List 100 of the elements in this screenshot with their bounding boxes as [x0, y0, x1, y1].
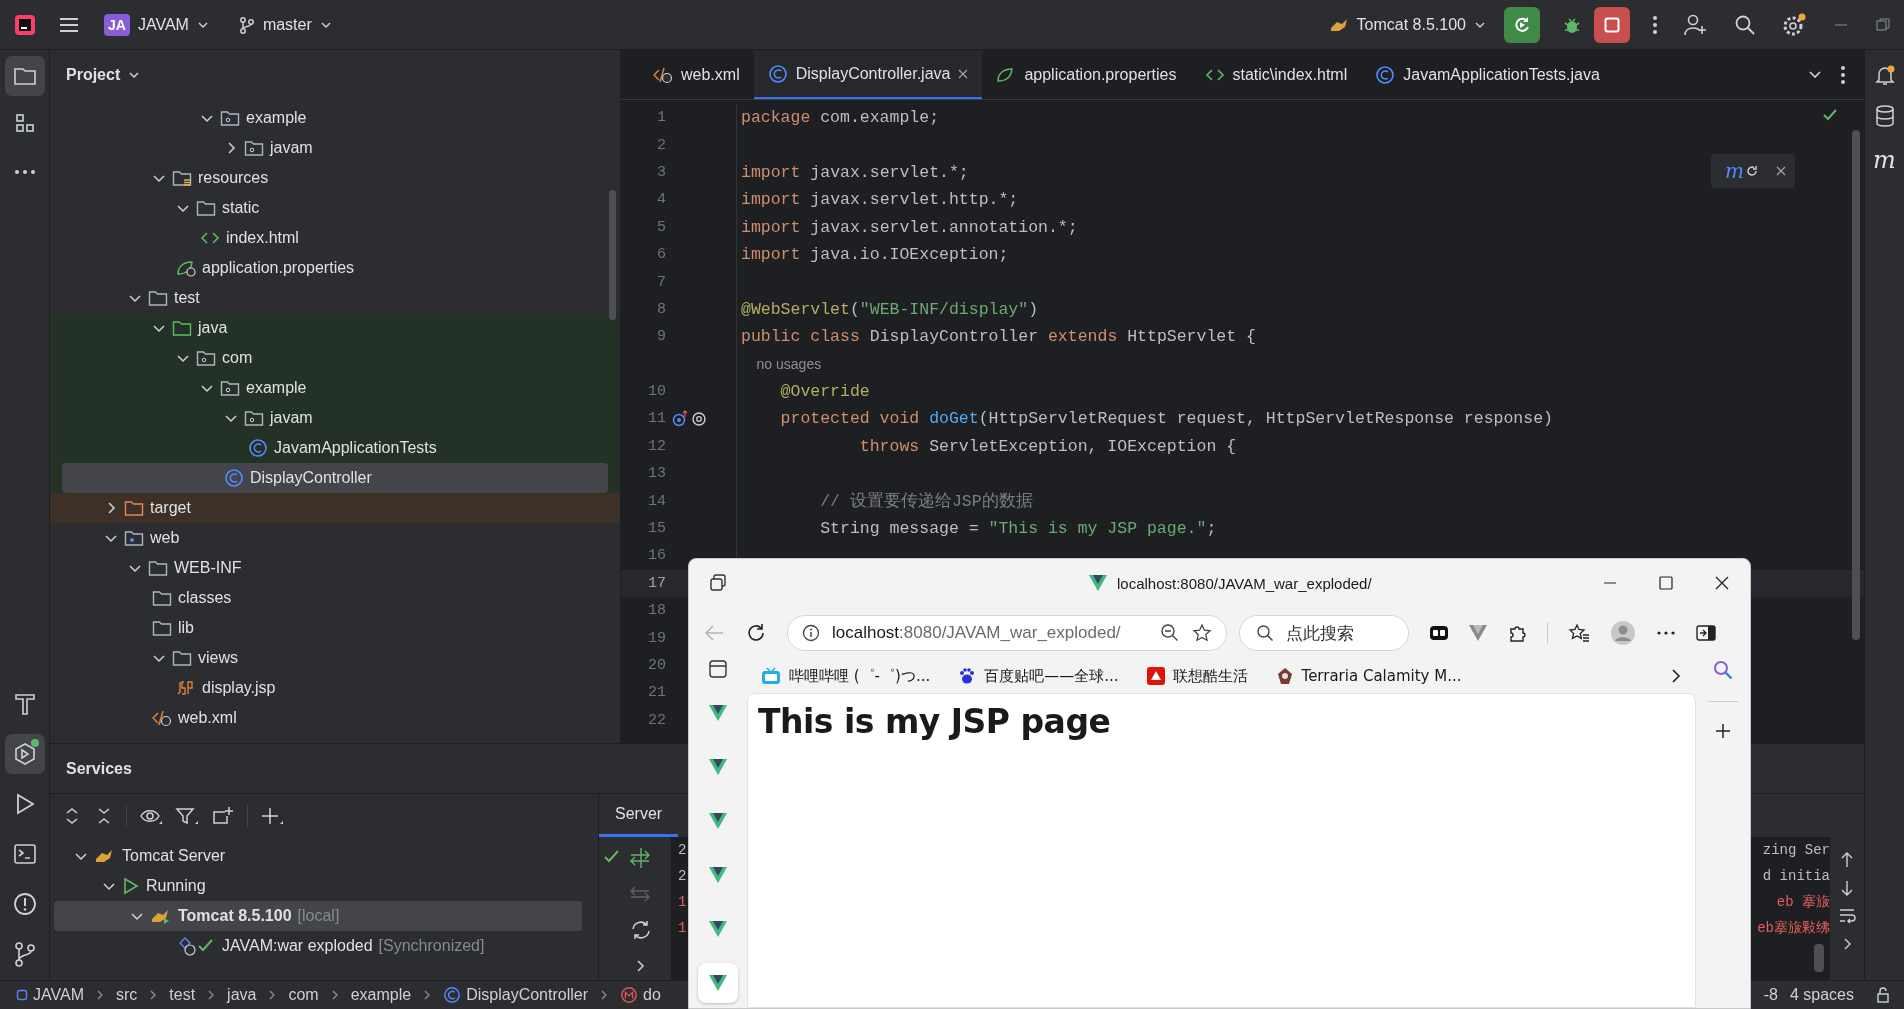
search-icon[interactable] [1734, 13, 1756, 36]
tree-item[interactable]: index.html [62, 223, 608, 253]
editor-tab[interactable]: application.properties [982, 50, 1191, 99]
info-icon[interactable] [802, 624, 820, 642]
encoding-status[interactable]: -8 [1763, 986, 1778, 1004]
refresh-icon[interactable] [629, 919, 653, 941]
extension-icon[interactable] [1429, 624, 1449, 642]
maximize-icon[interactable] [1658, 575, 1674, 591]
menu-icon[interactable] [58, 15, 80, 34]
stop-button[interactable] [1594, 6, 1630, 43]
add-icon[interactable] [260, 805, 284, 826]
filter-icon[interactable] [175, 805, 199, 826]
editor-tab[interactable]: DisplayController.java [753, 50, 983, 99]
tree-item[interactable]: application.properties [62, 253, 608, 283]
breadcrumb[interactable]: test [169, 986, 196, 1004]
arrow-up-icon[interactable] [1839, 851, 1855, 869]
breadcrumb[interactable]: do [620, 986, 661, 1004]
service-item[interactable]: Tomcat 8.5.100 [local] [54, 901, 582, 931]
bookmark[interactable]: 哔哩哔哩 (゜-゜)つ... [761, 666, 931, 686]
chevron-icon[interactable] [1670, 668, 1682, 684]
new-tab-icon[interactable] [211, 805, 235, 826]
add-user-icon[interactable] [1684, 13, 1708, 36]
bookmark[interactable]: 联想酷生活 [1146, 666, 1248, 686]
tabs-icon[interactable] [708, 659, 728, 679]
services-icon[interactable] [4, 734, 45, 774]
bell-icon[interactable] [1873, 64, 1896, 86]
maven-reload-button[interactable]: m [1725, 159, 1744, 183]
app-logo-icon[interactable] [14, 13, 36, 36]
folder-icon[interactable] [4, 56, 45, 96]
vertical-tab[interactable] [698, 963, 738, 1003]
service-item[interactable]: Running [54, 871, 582, 901]
zoom-out-icon[interactable] [1160, 623, 1180, 643]
search-icon[interactable] [1712, 659, 1734, 681]
panel-title[interactable]: Project [66, 66, 121, 84]
tree-item[interactable]: display.jsp [62, 673, 608, 703]
service-item[interactable]: JAVAM:war exploded [Synchronized] [54, 931, 582, 961]
tree-item[interactable]: javam [62, 133, 608, 163]
folder-icon [220, 109, 240, 127]
branch-switcher[interactable]: master [232, 9, 338, 40]
rerun-button[interactable] [1504, 6, 1540, 43]
tab-actions-icon[interactable] [709, 573, 729, 593]
lock-icon[interactable] [1876, 987, 1890, 1003]
settings-icon[interactable] [1782, 12, 1806, 37]
v-logo-icon [709, 813, 727, 829]
v-logo-icon[interactable] [1469, 625, 1487, 641]
tree-item[interactable]: WEB-INF [62, 553, 608, 583]
restore-icon[interactable] [1876, 17, 1890, 32]
run-configuration[interactable]: Tomcat 8.5.100 [1322, 9, 1492, 40]
tree-item[interactable]: resources [62, 163, 608, 193]
breadcrumb[interactable]: example [350, 986, 412, 1004]
arrow-down-icon[interactable] [1839, 879, 1855, 897]
breadcrumb[interactable]: DisplayController [443, 986, 588, 1004]
wrap-icon[interactable] [1838, 907, 1856, 925]
close-icon[interactable] [1714, 575, 1730, 591]
editor-tab[interactable]: static\index.html [1190, 50, 1362, 99]
puzzle-icon[interactable] [1507, 623, 1527, 643]
sidebar-icon[interactable] [1696, 624, 1716, 642]
breadcrumb[interactable]: src [115, 986, 138, 1004]
tree-item[interactable]: classes [62, 583, 608, 613]
breadcrumb[interactable]: com [288, 986, 319, 1004]
editor-tab[interactable]: JavamApplicationTests.java [1361, 50, 1614, 99]
indent-status[interactable]: 4 spaces [1789, 986, 1854, 1004]
tree-item[interactable]: example [62, 103, 608, 133]
bookmark[interactable]: Terraria Calamity M... [1275, 667, 1462, 685]
search-input[interactable]: 点此搜索 [1284, 622, 1388, 644]
editor-tab[interactable]: web.xml [639, 50, 754, 99]
tree-item[interactable]: DisplayController [62, 463, 608, 493]
more-icon[interactable] [1652, 14, 1658, 35]
tree-item[interactable]: views [62, 643, 608, 673]
service-item[interactable]: Tomcat Server [54, 841, 582, 871]
caret-icon[interactable] [128, 71, 141, 79]
scrollbar[interactable] [1852, 130, 1860, 640]
close-icon[interactable] [958, 68, 969, 79]
add-icon[interactable] [1714, 722, 1732, 740]
bookmark[interactable]: 百度贴吧——全球... [958, 666, 1119, 686]
override-icon[interactable] [672, 410, 708, 428]
avatar-icon[interactable] [1610, 620, 1636, 646]
more-icon[interactable] [1840, 64, 1846, 85]
address-bar[interactable]: localhost:8080/JAVAM_war_exploded/ [787, 615, 1227, 651]
scrollbar[interactable] [1814, 944, 1824, 972]
scrollbar[interactable] [609, 190, 616, 320]
breadcrumb[interactable]: java [227, 986, 257, 1004]
database-icon[interactable] [1873, 104, 1896, 128]
tree-item[interactable]: web.xml [62, 703, 608, 733]
code-line: no usages [755, 356, 822, 373]
chevron-icon[interactable] [1808, 69, 1822, 80]
tree-item[interactable]: web [62, 523, 608, 553]
star-icon[interactable] [1192, 623, 1212, 643]
search-field[interactable]: 点此搜索 [1239, 615, 1409, 651]
server-tab[interactable]: Server [599, 794, 679, 837]
breadcrumb[interactable]: JAVAM [16, 986, 84, 1004]
refresh-icon[interactable] [745, 622, 767, 644]
project-switcher[interactable]: JA JAVAM [98, 7, 215, 42]
maven-button[interactable]: m [1873, 146, 1896, 174]
favorites-icon[interactable] [1568, 623, 1590, 643]
chevron-icon [149, 989, 158, 1001]
more-icon[interactable] [1656, 630, 1676, 636]
tree-item[interactable]: lib [62, 613, 608, 643]
tree-item[interactable]: static [62, 193, 608, 223]
tree-item[interactable]: test [62, 283, 608, 313]
